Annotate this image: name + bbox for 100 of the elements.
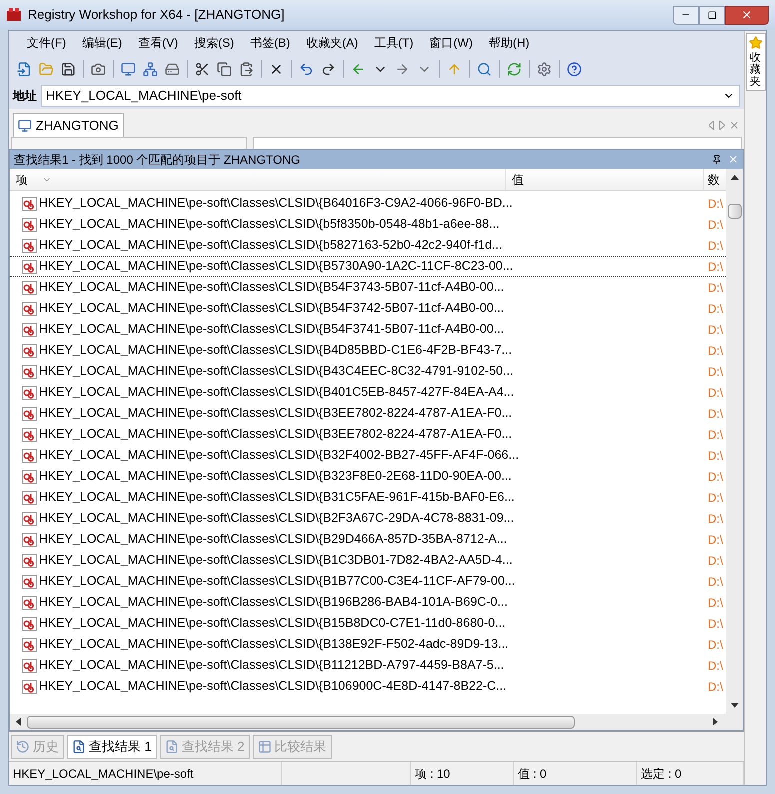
string-value-icon — [22, 658, 37, 672]
string-value-icon — [22, 344, 37, 358]
result-row[interactable]: HKEY_LOCAL_MACHINE\pe-soft\Classes\CLSID\{B15B8DC0-C7E1-11d0-8680-0... D:\ — [10, 613, 726, 634]
pin-icon — [712, 154, 722, 164]
menu-item[interactable]: 帮助(H) — [480, 34, 538, 52]
bottom-tab[interactable]: 查找结果 1 — [67, 734, 157, 758]
close-button[interactable] — [725, 6, 769, 24]
string-value-icon — [22, 302, 37, 316]
result-row[interactable]: HKEY_LOCAL_MACHINE\pe-soft\Classes\CLSID\{B3EE7802-8224-4787-A1EA-F0... D:\ — [10, 403, 726, 424]
key-path: HKEY_LOCAL_MACHINE\pe-soft\Classes\CLSID\{b5827163-52b0-42c2-940f-f1d... — [39, 237, 502, 254]
result-row[interactable]: HKEY_LOCAL_MACHINE\pe-soft\Classes\CLSID\{B196B286-BAB4-101A-B69C-0... D:\ — [10, 592, 726, 613]
result-row[interactable]: HKEY_LOCAL_MACHINE\pe-soft\Classes\CLSID\{B54F3743-5B07-11cf-A4B0-00... D:\ — [10, 277, 726, 298]
result-row[interactable]: HKEY_LOCAL_MACHINE\pe-soft\Classes\CLSID\{B31C5FAE-961F-415b-BAF0-E6... D:\ — [10, 487, 726, 508]
data-cell-text: D:\ — [707, 384, 724, 402]
menu-item[interactable]: 搜索(S) — [186, 34, 242, 52]
column-header[interactable]: 数 — [704, 169, 726, 190]
menu-item[interactable]: 文件(F) — [19, 34, 74, 52]
horizontal-scrollbar[interactable] — [10, 714, 726, 730]
status-text: 项 : 10 — [415, 766, 450, 782]
menu-item[interactable]: 工具(T) — [366, 34, 422, 52]
result-row[interactable]: HKEY_LOCAL_MACHINE\pe-soft\Classes\CLSID\{b5827163-52b0-42c2-940f-f1d... D:\ — [10, 235, 726, 256]
string-value-icon — [22, 680, 37, 694]
key-path: HKEY_LOCAL_MACHINE\pe-soft\Classes\CLSID\{B1C3DB01-7D82-4BA2-AA5D-4... — [39, 552, 513, 570]
scroll-up-icon — [730, 175, 738, 180]
key-path: HKEY_LOCAL_MACHINE\pe-soft\Classes\CLSID\{B323F8E0-2E68-11D0-90EA-00... — [39, 468, 512, 486]
scroll-right-icon — [719, 121, 725, 130]
key-path: HKEY_LOCAL_MACHINE\pe-soft\Classes\CLSID\{b5f8350b-0548-48b1-a6ee-88... — [39, 216, 500, 234]
scroll-thumb[interactable] — [27, 716, 575, 728]
document-tab[interactable]: ZHANGTONG — [13, 113, 124, 137]
key-path: HKEY_LOCAL_MACHINE\pe-soft\Classes\CLSID\{B138E92F-F502-4adc-89D9-13... — [39, 636, 509, 654]
menu-item[interactable]: 收藏夹(A) — [298, 34, 366, 52]
key-path: HKEY_LOCAL_MACHINE\pe-soft\Classes\CLSID\{B11212BD-A797-4459-B8A7-5... — [39, 657, 504, 674]
drive-icon — [165, 62, 180, 76]
result-row[interactable]: HKEY_LOCAL_MACHINE\pe-soft\Classes\CLSID\{b5f8350b-0548-48b1-a6ee-88... D:\ — [10, 214, 726, 235]
favorites-tab[interactable]: 收藏夹 — [746, 33, 766, 92]
data-cell-text: D:\ — [707, 280, 724, 296]
table-icon — [258, 740, 272, 754]
column-header[interactable]: 项 — [10, 169, 506, 190]
string-value-icon — [22, 364, 37, 378]
result-row[interactable]: HKEY_LOCAL_MACHINE\pe-soft\Classes\CLSID\{B11212BD-A797-4459-B8A7-5... D:\ — [10, 655, 726, 676]
result-row[interactable]: HKEY_LOCAL_MACHINE\pe-soft\Classes\CLSID\{B64016F3-C9A2-4066-96F0-BD... D:\ — [10, 193, 726, 214]
data-cell-text: D:\ — [707, 678, 724, 696]
data-cell-text: D:\ — [707, 532, 724, 548]
menu-item[interactable]: 编辑(E) — [74, 34, 130, 52]
result-row[interactable]: HKEY_LOCAL_MACHINE\pe-soft\Classes\CLSID\{B106900C-4E8D-4147-8B22-C... D:\ — [10, 676, 726, 697]
history-icon — [16, 740, 30, 754]
data-cell-text: D:\ — [707, 196, 724, 212]
result-row[interactable]: HKEY_LOCAL_MACHINE\pe-soft\Classes\CLSID\{B1B77C00-C3E4-11CF-AF79-00... D:\ — [10, 571, 726, 592]
result-row[interactable]: HKEY_LOCAL_MACHINE\pe-soft\Classes\CLSID\{B3EE7802-8224-4787-A1EA-F0... D:\ — [10, 424, 726, 445]
vertical-scrollbar[interactable] — [726, 169, 743, 730]
key-path: HKEY_LOCAL_MACHINE\pe-soft\Classes\CLSID\{B54F3743-5B07-11cf-A4B0-00... — [39, 279, 504, 296]
computer-icon — [121, 62, 136, 76]
key-path: HKEY_LOCAL_MACHINE\pe-soft\Classes\CLSID\{B31C5FAE-961F-415b-BAF0-E6... — [39, 489, 515, 506]
result-row[interactable]: HKEY_LOCAL_MACHINE\pe-soft\Classes\CLSID\{B5730A90-1A2C-11CF-8C23-00... D:\ — [10, 256, 726, 277]
result-row[interactable]: HKEY_LOCAL_MACHINE\pe-soft\Classes\CLSID\{B29D466A-857D-35BA-8712-A... D:\ — [10, 529, 726, 550]
column-header[interactable]: 值 — [506, 169, 704, 190]
scroll-right-icon — [713, 718, 718, 726]
close-icon — [741, 9, 753, 21]
computer-icon — [18, 118, 32, 132]
data-cell-text: D:\ — [707, 322, 724, 338]
key-path: HKEY_LOCAL_MACHINE\pe-soft\Classes\CLSID\{B43C4EEC-8C32-4791-9102-50... — [39, 363, 514, 380]
paste-icon — [239, 62, 254, 76]
result-row[interactable]: HKEY_LOCAL_MACHINE\pe-soft\Classes\CLSID\{B4D85BBD-C1E6-4F2B-BF43-7... D:\ — [10, 340, 726, 361]
data-cell-text: D:\ — [707, 658, 724, 674]
window-title: Registry Workshop for X64 - [ZHANGTONG] — [28, 6, 285, 24]
result-row[interactable]: HKEY_LOCAL_MACHINE\pe-soft\Classes\CLSID\{B32F4002-BB27-45FF-AF4F-066... D:\ — [10, 445, 726, 466]
key-path: HKEY_LOCAL_MACHINE\pe-soft\Classes\CLSID\{B4D85BBD-C1E6-4F2B-BF43-7... — [39, 342, 512, 360]
string-value-icon — [22, 532, 37, 546]
maximize-button[interactable] — [699, 6, 725, 24]
camera-icon — [91, 62, 106, 76]
data-cell-text: D:\ — [707, 238, 724, 254]
result-row[interactable]: HKEY_LOCAL_MACHINE\pe-soft\Classes\CLSID\{B54F3741-5B07-11cf-A4B0-00... D:\ — [10, 319, 726, 340]
string-value-icon — [22, 512, 37, 526]
menu-item[interactable]: 查看(V) — [130, 34, 186, 52]
string-value-icon — [22, 386, 37, 400]
result-row[interactable]: HKEY_LOCAL_MACHINE\pe-soft\Classes\CLSID\{B54F3742-5B07-11cf-A4B0-00... D:\ — [10, 298, 726, 319]
result-row[interactable]: HKEY_LOCAL_MACHINE\pe-soft\Classes\CLSID\{B43C4EEC-8C32-4791-9102-50... D:\ — [10, 361, 726, 382]
result-row[interactable]: HKEY_LOCAL_MACHINE\pe-soft\Classes\CLSID\{B2F3A67C-29DA-4C78-8831-09... D:\ — [10, 508, 726, 529]
key-path: HKEY_LOCAL_MACHINE\pe-soft\Classes\CLSID\{B32F4002-BB27-45FF-AF4F-066... — [39, 447, 520, 464]
menu-item[interactable]: 窗口(W) — [422, 34, 481, 52]
key-path: HKEY_LOCAL_MACHINE\pe-soft\Classes\CLSID\{B196B286-BAB4-101A-B69C-0... — [39, 594, 508, 612]
status-text: 值 : 0 — [518, 766, 547, 782]
scroll-left-icon — [16, 718, 21, 726]
data-cell-text: D:\ — [707, 406, 724, 422]
data-cell-text: D:\ — [707, 574, 724, 590]
result-row[interactable]: HKEY_LOCAL_MACHINE\pe-soft\Classes\CLSID\{B323F8E0-2E68-11D0-90EA-00... D:\ — [10, 466, 726, 487]
string-value-icon — [22, 448, 37, 462]
result-row[interactable]: HKEY_LOCAL_MACHINE\pe-soft\Classes\CLSID\{B138E92F-F502-4adc-89D9-13... D:\ — [10, 634, 726, 655]
string-value-icon — [22, 196, 37, 210]
copy-icon — [217, 62, 232, 76]
status-text: 选定 : 0 — [641, 766, 682, 782]
menu-item[interactable]: 书签(B) — [242, 34, 298, 52]
result-row[interactable]: HKEY_LOCAL_MACHINE\pe-soft\Classes\CLSID\{B401C5EB-8457-427F-84EA-A4... D:\ — [10, 382, 726, 403]
scroll-left-icon — [709, 121, 715, 130]
refresh-icon — [507, 62, 522, 76]
result-row[interactable]: HKEY_LOCAL_MACHINE\pe-soft\Classes\CLSID\{B1C3DB01-7D82-4BA2-AA5D-4... D:\ — [10, 550, 726, 571]
key-path: HKEY_LOCAL_MACHINE\pe-soft\Classes\CLSID\{B401C5EB-8457-427F-84EA-A4... — [39, 384, 514, 402]
scroll-thumb[interactable] — [728, 204, 742, 219]
address-field[interactable]: HKEY_LOCAL_MACHINE\pe-soft — [41, 85, 740, 107]
close-icon — [729, 120, 740, 131]
